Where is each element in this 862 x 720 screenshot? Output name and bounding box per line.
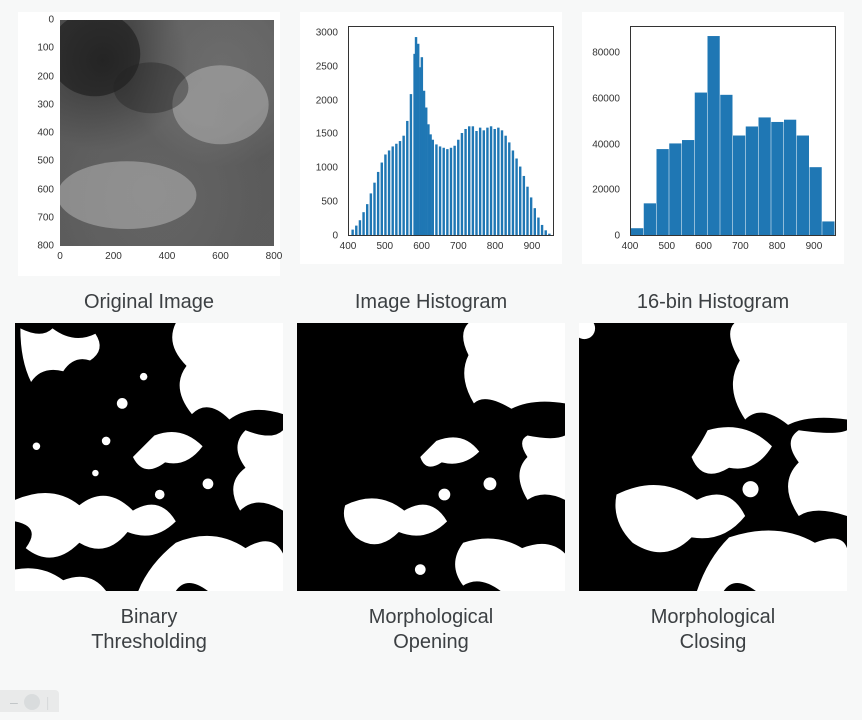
y-tick: 80000: [590, 48, 620, 59]
y-tick: 500: [308, 197, 338, 208]
caption-image-histogram: Image Histogram: [296, 290, 566, 315]
y-tick: 0: [24, 15, 54, 26]
x-tick: 400: [622, 241, 639, 252]
x-tick: 800: [266, 251, 283, 262]
y-tick: 0: [590, 231, 620, 242]
caption-16bin-histogram: 16-bin Histogram: [578, 290, 848, 315]
y-tick: 40000: [590, 139, 620, 150]
x-tick: 400: [340, 241, 357, 252]
binary-threshold-image: [15, 323, 283, 591]
y-tick: 1000: [308, 163, 338, 174]
x-tick: 500: [658, 241, 675, 252]
caption-binary-threshold: BinaryThresholding: [14, 605, 284, 655]
x-tick: 600: [212, 251, 229, 262]
original-image-plot: 02004006008000100200300400500600700800: [18, 12, 280, 276]
x-tick: 800: [487, 241, 504, 252]
y-tick: 3000: [308, 27, 338, 38]
image-histogram-plot: 400 500 600 700 800 900 0 500 1000 1500 2000 2500 30…: [300, 12, 562, 264]
x-tick: 900: [806, 241, 823, 252]
x-tick: 700: [732, 241, 749, 252]
panel-16bin-histogram: 400 500 600 700 800 900 0 20000 40000 60000 80000: [578, 12, 848, 276]
x-tick: 600: [413, 241, 430, 252]
y-tick: 100: [24, 43, 54, 54]
y-tick: 800: [24, 241, 54, 252]
y-tick: 300: [24, 99, 54, 110]
corner-dash: –: [10, 694, 18, 710]
caption-morph-opening: MorphologicalOpening: [296, 605, 566, 655]
corner-badge: – |: [0, 690, 59, 712]
x-tick: 700: [450, 241, 467, 252]
y-tick: 0: [308, 231, 338, 242]
x-tick: 900: [524, 241, 541, 252]
panel-binary-threshold: [14, 323, 284, 591]
y-tick: 600: [24, 184, 54, 195]
caption-morph-closing: MorphologicalClosing: [578, 605, 848, 655]
y-tick: 400: [24, 128, 54, 139]
morph-closing-image: [579, 323, 847, 591]
y-tick: 60000: [590, 94, 620, 105]
panel-morph-closing: [578, 323, 848, 591]
y-tick: 2500: [308, 61, 338, 72]
x-tick: 200: [105, 251, 122, 262]
x-tick: 400: [159, 251, 176, 262]
corner-avatar-icon: [24, 694, 40, 710]
y-tick: 700: [24, 212, 54, 223]
x-tick: 800: [769, 241, 786, 252]
y-tick: 20000: [590, 185, 620, 196]
x-tick: 500: [376, 241, 393, 252]
x-tick: 0: [57, 251, 63, 262]
y-tick: 2000: [308, 95, 338, 106]
panel-image-histogram: 400 500 600 700 800 900 0 500 1000 1500 2000 2500 30…: [296, 12, 566, 276]
y-tick: 500: [24, 156, 54, 167]
y-tick: 1500: [308, 129, 338, 140]
sixteen-bin-histogram-svg: [631, 27, 835, 235]
sixteen-bin-histogram-plot: 400 500 600 700 800 900 0 20000 40000 60000 80000: [582, 12, 844, 264]
image-histogram-svg: [349, 27, 553, 235]
caption-original-image: Original Image: [14, 290, 284, 315]
original-image-svg: [60, 20, 274, 246]
x-tick: 600: [695, 241, 712, 252]
y-tick: 200: [24, 71, 54, 82]
corner-text: |: [46, 694, 50, 710]
panel-morph-opening: [296, 323, 566, 591]
morph-opening-image: [297, 323, 565, 591]
panel-original-image: 02004006008000100200300400500600700800: [14, 12, 284, 276]
